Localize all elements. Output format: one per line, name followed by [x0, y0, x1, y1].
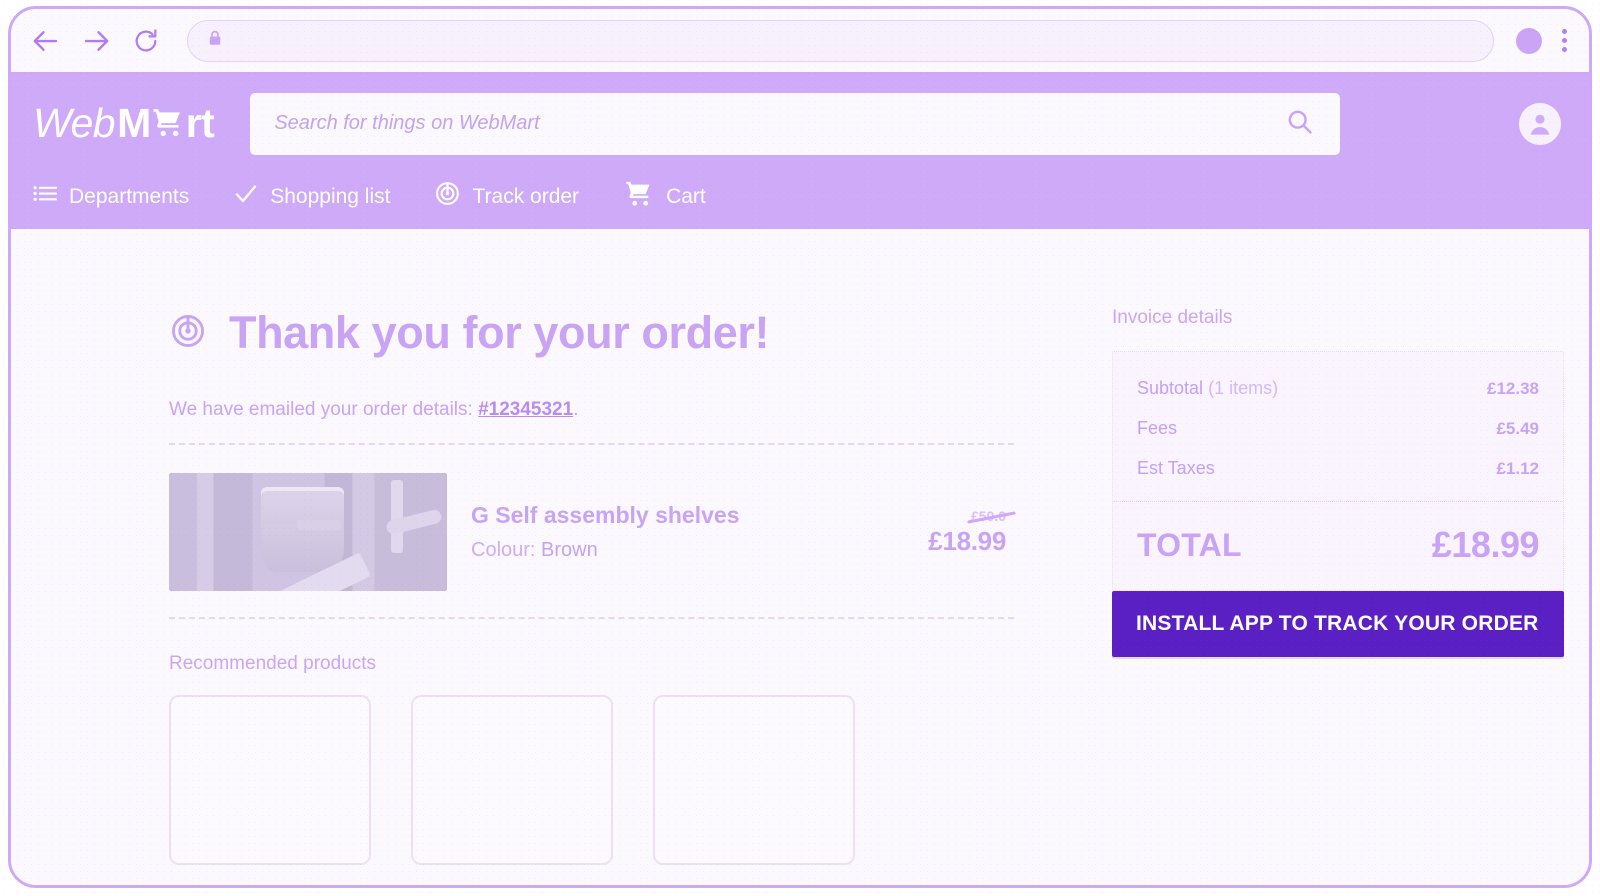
- logo-text-m: M: [117, 100, 151, 146]
- invoice-subtotal-count: (1 items): [1208, 378, 1279, 398]
- reload-icon[interactable]: [129, 24, 163, 58]
- invoice-card: Subtotal (1 items) £12.38 Fees £5.49 Est…: [1112, 351, 1564, 591]
- page-title: Thank you for your order!: [229, 307, 770, 358]
- order-email-notice: We have emailed your order details: #123…: [169, 399, 1014, 421]
- invoice-value-subtotal: £12.38: [1487, 379, 1539, 398]
- invoice-total-label: TOTAL: [1137, 526, 1242, 563]
- profile-circle-icon[interactable]: [1516, 27, 1542, 54]
- nav-label-track-order: Track order: [472, 184, 580, 208]
- nav-label-departments: Departments: [69, 184, 190, 208]
- lock-icon: [206, 29, 224, 52]
- recommended-products-title: Recommended products: [169, 653, 376, 674]
- product-attribute-value: Brown: [541, 539, 598, 561]
- invoice-total-value: £18.99: [1431, 524, 1540, 565]
- order-line-item: G Self assembly shelves Colour: Brown £5…: [169, 445, 1014, 617]
- list-menu-icon: [33, 184, 58, 209]
- product-attribute: Colour: Brown: [471, 539, 894, 562]
- invoice-label-taxes: Est Taxes: [1137, 458, 1215, 478]
- shopping-cart-icon: [623, 179, 655, 215]
- url-bar[interactable]: [187, 19, 1494, 62]
- account-avatar-icon[interactable]: [1519, 102, 1561, 145]
- page-body: Thank you for your order! We have emaile…: [11, 229, 1589, 885]
- browser-nav-buttons: [29, 24, 163, 58]
- invoice-rows: Subtotal (1 items) £12.38 Fees £5.49 Est…: [1113, 352, 1563, 501]
- browser-toolbar: [11, 9, 1589, 75]
- forward-arrow-icon[interactable]: [79, 24, 113, 58]
- product-price: £18.99: [928, 525, 1006, 556]
- nav-label-cart: Cart: [666, 184, 706, 208]
- radar-target-icon: [169, 312, 207, 355]
- product-old-price: £50.0: [970, 507, 1006, 524]
- invoice-details-title: Invoice details: [1112, 307, 1233, 328]
- order-email-prefix: We have emailed your order details:: [169, 399, 479, 420]
- product-attribute-label: Colour:: [471, 539, 536, 561]
- product-info: G Self assembly shelves Colour: Brown: [471, 502, 894, 562]
- invoice-total-row: TOTAL £18.99: [1113, 502, 1563, 590]
- thank-you-header: Thank you for your order!: [169, 307, 1014, 359]
- kebab-menu-icon[interactable]: [1562, 29, 1567, 52]
- product-photo[interactable]: [169, 473, 447, 591]
- site-header: Web M rt Search for things on WebMart De…: [11, 75, 1589, 229]
- search-input[interactable]: [274, 112, 1286, 135]
- divider-bottom: [169, 617, 1014, 619]
- install-app-button[interactable]: INSTALL APP TO TRACK YOUR ORDER: [1112, 591, 1564, 657]
- order-number-link[interactable]: #12345321: [478, 399, 573, 420]
- nav-item-track-order[interactable]: Track order: [434, 180, 579, 213]
- product-name[interactable]: G Self assembly shelves: [471, 502, 894, 529]
- radar-target-icon: [434, 180, 461, 213]
- logo-text-web: Web: [33, 100, 116, 146]
- invoice-value-taxes: £1.12: [1496, 459, 1539, 478]
- nav-item-cart[interactable]: Cart: [623, 179, 706, 215]
- logo-text-rt: rt: [185, 100, 215, 146]
- invoice-label-subtotal: Subtotal: [1137, 378, 1204, 398]
- webmart-logo[interactable]: Web M rt: [33, 100, 215, 147]
- recommended-product-card[interactable]: [411, 695, 613, 865]
- browser-window: Web M rt Search for things on WebMart De…: [8, 6, 1592, 888]
- invoice-value-fees: £5.49: [1496, 419, 1539, 438]
- invoice-column: Invoice details Subtotal (1 items) £12.3…: [1112, 307, 1564, 865]
- header-top-row: Web M rt: [11, 75, 1589, 172]
- search-icon[interactable]: [1285, 107, 1314, 141]
- recommended-product-card[interactable]: [169, 695, 371, 865]
- invoice-label-fees: Fees: [1137, 418, 1178, 438]
- check-icon: [233, 182, 259, 212]
- nav-item-shopping-list[interactable]: Shopping list: [233, 182, 390, 212]
- nav-item-departments[interactable]: Departments: [33, 184, 189, 209]
- invoice-row-fees: Fees £5.49: [1137, 418, 1539, 439]
- product-price-block: £50.0 £18.99: [894, 508, 1014, 557]
- recommended-product-card[interactable]: [653, 695, 855, 865]
- browser-right-controls: [1516, 27, 1567, 54]
- header-nav: Departments Shopping list Track order Ca…: [11, 172, 1589, 229]
- nav-label-shopping-list: Shopping list: [270, 184, 391, 208]
- search-bar[interactable]: [250, 92, 1341, 155]
- order-confirmation-column: Thank you for your order! We have emaile…: [169, 307, 1014, 865]
- recommended-products-grid: [169, 695, 1014, 865]
- back-arrow-icon[interactable]: [29, 24, 63, 58]
- order-email-suffix: .: [573, 399, 579, 420]
- invoice-row-taxes: Est Taxes £1.12: [1137, 458, 1539, 479]
- invoice-row-subtotal: Subtotal (1 items) £12.38: [1137, 378, 1539, 399]
- shopping-cart-icon: [151, 106, 185, 140]
